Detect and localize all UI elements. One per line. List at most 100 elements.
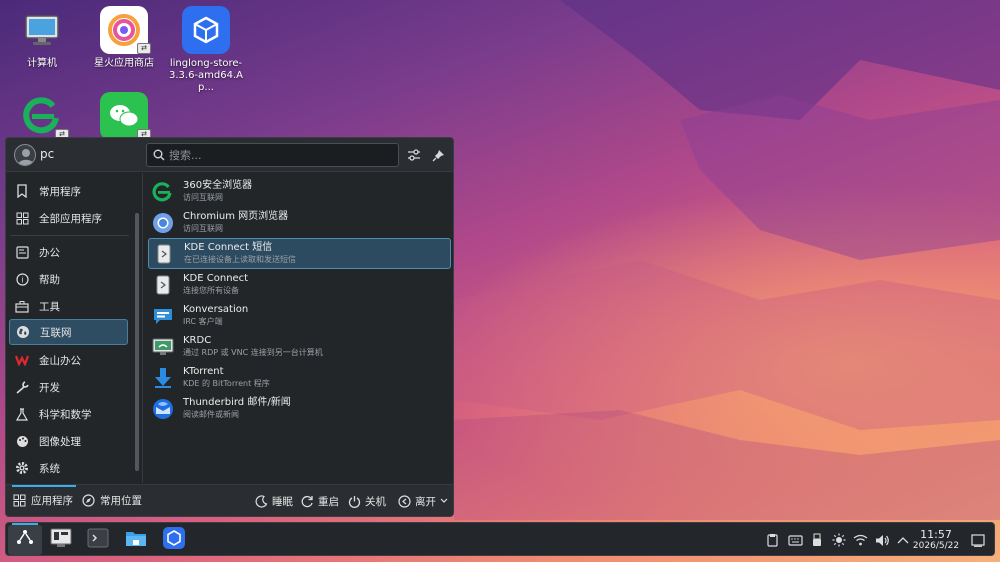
category-label: 系统	[39, 462, 60, 475]
leave-button[interactable]: 离开	[397, 493, 448, 509]
taskbar: 11:57 2026/5/22	[5, 522, 995, 556]
app-description: IRC 客户端	[183, 317, 223, 326]
app-description: 访问互联网	[183, 193, 223, 202]
app-item-krdc[interactable]: KRDC 通过 RDP 或 VNC 连接到另一台计算机	[148, 331, 451, 362]
category-system[interactable]: 系统	[9, 455, 128, 481]
restart-label: 重启	[318, 495, 339, 508]
tab-applications[interactable]: 应用程序	[12, 485, 76, 516]
keyboard-icon[interactable]	[787, 532, 803, 548]
app-name: KDE Connect	[183, 273, 249, 284]
app-name: 360安全浏览器	[183, 180, 253, 191]
category-favorites[interactable]: 常用程序	[9, 178, 128, 204]
desktop-icon-spark-store[interactable]: ⇄ 星火应用商店	[84, 6, 164, 70]
task-linglong-store[interactable]	[157, 525, 191, 555]
toolbox-icon	[15, 299, 29, 313]
app-name: Konversation	[183, 304, 249, 315]
flask-icon	[15, 407, 29, 421]
volume-icon[interactable]	[874, 532, 890, 548]
category-science[interactable]: 科学和数学	[9, 401, 128, 427]
linglong-store-icon	[182, 6, 230, 54]
category-list: 常用程序 全部应用程序 办公 i 帮助 工具 互联网 金山办公 开发 科学和数学…	[6, 173, 143, 483]
tab-places[interactable]: 常用位置	[81, 485, 142, 516]
kdeconnect-icon	[152, 274, 174, 296]
clock[interactable]: 11:57 2026/5/22	[908, 528, 964, 552]
category-help[interactable]: i 帮助	[9, 266, 128, 292]
show-desktop-icon[interactable]	[970, 532, 986, 548]
category-label: 常用程序	[39, 185, 81, 198]
category-wps-office[interactable]: 金山办公	[9, 347, 128, 373]
task-system-monitor[interactable]	[44, 525, 78, 555]
360-browser-icon: ⇄	[18, 92, 69, 140]
task-file-manager[interactable]	[119, 525, 153, 555]
clock-time: 11:57	[920, 528, 952, 541]
category-label: 金山办公	[39, 354, 81, 367]
user-avatar-icon[interactable]	[14, 144, 36, 166]
application-list: 360安全浏览器 访问互联网 Chromium 网页浏览器 访问互联网 KDE Co…	[145, 173, 453, 483]
tab-label: 常用位置	[100, 495, 142, 507]
shortcut-badge-icon: ⇄	[137, 43, 151, 54]
category-tools[interactable]: 工具	[9, 293, 128, 319]
kde-launcher-icon	[15, 528, 35, 552]
search-input[interactable]	[169, 148, 389, 162]
linglong-store-icon	[162, 526, 186, 554]
category-internet[interactable]: 互联网	[9, 319, 128, 345]
restart-button[interactable]: 重启	[300, 493, 339, 509]
app-name: Thunderbird 邮件/新闻	[183, 397, 291, 408]
category-scrollbar[interactable]	[135, 213, 139, 471]
configure-icon[interactable]	[405, 146, 423, 164]
app-description: 连接您所有设备	[183, 286, 239, 295]
search-field[interactable]	[146, 143, 399, 167]
category-label: 办公	[39, 246, 60, 259]
desktop-icon-computer[interactable]: 计算机	[2, 6, 82, 70]
launcher-button[interactable]	[8, 523, 42, 555]
category-development[interactable]: 开发	[9, 374, 128, 400]
application-launcher: pc 常用程序 全部应用程序 办公 i 帮助	[5, 137, 454, 517]
category-label: 工具	[39, 300, 60, 313]
grid-icon	[12, 494, 26, 508]
app-item-360-browser[interactable]: 360安全浏览器 访问互联网	[148, 176, 451, 207]
wrench-icon	[15, 380, 29, 394]
task-terminal[interactable]	[81, 525, 115, 555]
tab-label: 应用程序	[31, 495, 73, 507]
ktorrent-icon	[152, 367, 174, 389]
app-item-ktorrent[interactable]: KTorrent KDE 的 BitTorrent 程序	[148, 362, 451, 393]
help-icon: i	[15, 272, 29, 286]
desktop-icon-wechat[interactable]: ⇄	[84, 92, 164, 140]
360-browser-icon	[152, 181, 174, 203]
category-label: 开发	[39, 381, 60, 394]
launcher-footer: 应用程序 常用位置 睡眠 重启 关机 离开	[6, 484, 453, 516]
wifi-icon[interactable]	[852, 532, 868, 548]
app-description: 在已连接设备上读取和发送短信	[184, 255, 296, 264]
desktop-icon-label: 计算机	[27, 58, 57, 69]
brightness-icon[interactable]	[831, 532, 847, 548]
desktop-icon-linglong-store[interactable]: linglong-store-3.3.6-amd64.Ap...	[166, 6, 246, 94]
app-item-thunderbird[interactable]: Thunderbird 邮件/新闻 阅读邮件或新闻	[148, 393, 451, 424]
chevron-down-icon	[440, 498, 448, 504]
app-name: KDE Connect 短信	[184, 242, 273, 253]
system-monitor-icon	[49, 527, 73, 553]
computer-icon	[18, 6, 66, 54]
app-name: KTorrent	[183, 366, 224, 377]
kdeconnect-sms-icon	[153, 243, 175, 265]
shutdown-button[interactable]: 关机	[347, 493, 386, 509]
grid-icon	[15, 211, 29, 225]
krdc-icon	[152, 336, 174, 358]
app-item-konversation[interactable]: Konversation IRC 客户端	[148, 300, 451, 331]
pin-icon[interactable]	[429, 146, 447, 164]
category-all-apps[interactable]: 全部应用程序	[9, 205, 128, 231]
usb-device-icon[interactable]	[809, 532, 825, 548]
category-office[interactable]: 办公	[9, 239, 128, 265]
category-graphics[interactable]: 图像处理	[9, 428, 128, 454]
power-icon	[347, 494, 361, 508]
desktop-icon-label: 星火应用商店	[94, 58, 154, 69]
app-item-kdeconnect-sms[interactable]: KDE Connect 短信在已连接设备上读取和发送短信	[148, 238, 451, 269]
app-item-chromium[interactable]: Chromium 网页浏览器 访问互联网	[148, 207, 451, 238]
desktop-icon-360-browser[interactable]: ⇄	[2, 92, 82, 140]
app-item-kdeconnect[interactable]: KDE Connect 连接您所有设备	[148, 269, 451, 300]
thunderbird-icon	[152, 398, 174, 420]
konversation-icon	[152, 305, 174, 327]
category-label: 科学和数学	[39, 408, 92, 421]
clipboard-icon[interactable]	[764, 532, 780, 548]
sleep-button[interactable]: 睡眠	[254, 493, 293, 509]
app-name: Chromium 网页浏览器	[183, 211, 289, 222]
